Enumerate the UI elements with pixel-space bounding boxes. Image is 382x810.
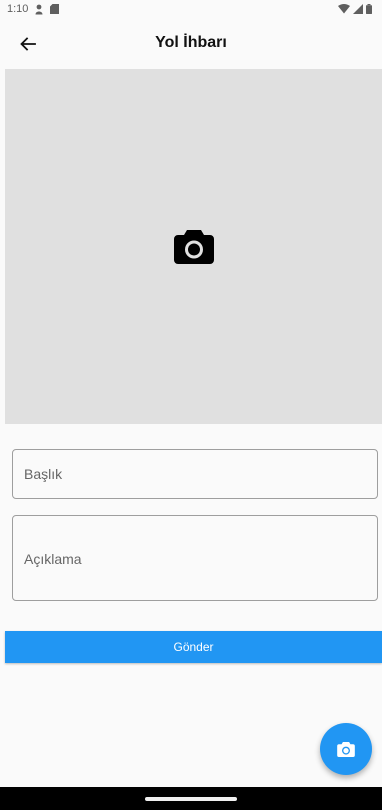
title-field[interactable] <box>12 449 378 499</box>
home-indicator[interactable] <box>145 796 237 801</box>
page-title: Yol İhbarı <box>155 34 227 51</box>
cellular-signal-icon <box>353 4 363 14</box>
camera-icon <box>337 741 355 757</box>
screen: 1:10 Yol İhbarı Başlık Açıklama Gönder <box>0 0 382 810</box>
app-bar: Yol İhbarı <box>0 18 382 70</box>
sd-card-icon <box>50 4 60 14</box>
status-right <box>338 4 372 14</box>
description-field[interactable] <box>12 515 378 601</box>
battery-icon <box>366 4 372 14</box>
status-time: 1:10 <box>7 3 29 15</box>
wifi-icon <box>338 4 350 14</box>
image-picker[interactable] <box>5 69 382 424</box>
camera-fab[interactable] <box>320 723 372 775</box>
submit-button[interactable]: Gönder <box>5 631 382 663</box>
submit-button-label: Gönder <box>173 640 214 654</box>
status-bar: 1:10 <box>0 0 382 18</box>
camera-icon <box>173 229 214 264</box>
person-pin-icon <box>35 4 43 15</box>
status-left: 1:10 <box>7 3 60 15</box>
navigation-bar <box>0 787 382 810</box>
